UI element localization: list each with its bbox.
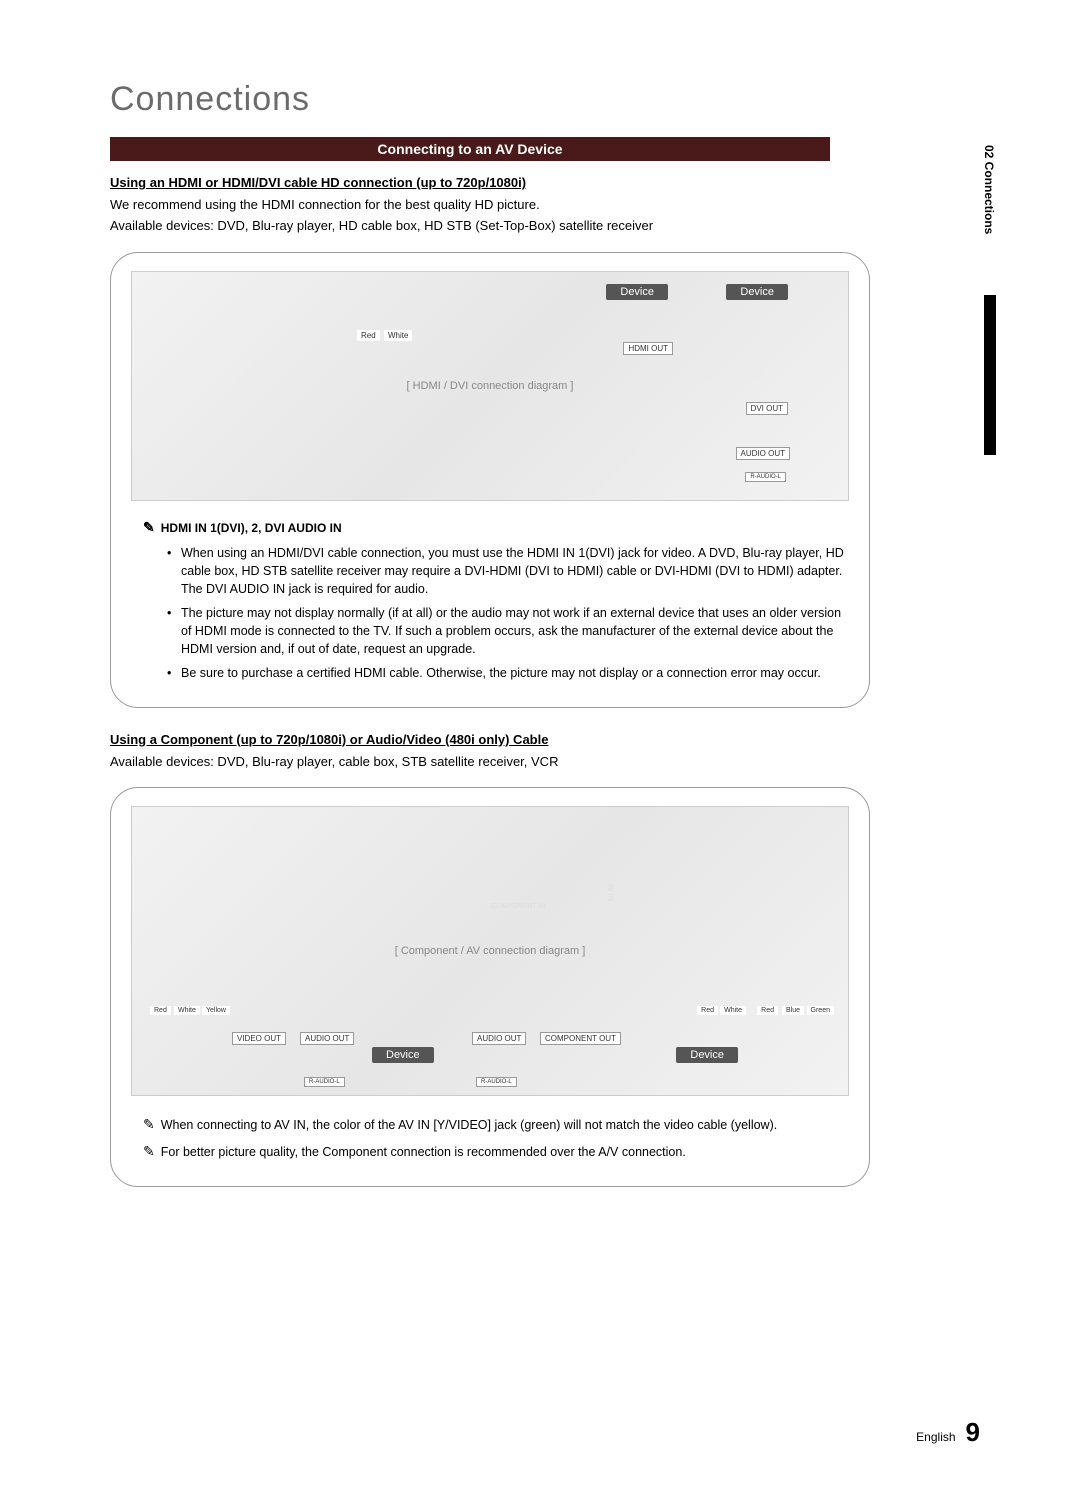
- device-label-1: Device: [606, 284, 668, 300]
- comp-device-label-2: Device: [676, 1047, 738, 1063]
- component-diagram: [ Component / AV connection diagram ] De…: [131, 806, 849, 1096]
- diagram-caption-2: [ Component / AV connection diagram ]: [395, 945, 586, 957]
- component-body-1: Available devices: DVD, Blu-ray player, …: [110, 753, 990, 772]
- rwy-red: Red: [150, 1006, 171, 1015]
- comp-device-label-1: Device: [372, 1047, 434, 1063]
- raudiol-label-2: R-AUDIO-L: [304, 1077, 345, 1087]
- component-out-label: COMPONENT OUT: [540, 1032, 621, 1045]
- video-out-label: VIDEO OUT: [232, 1032, 286, 1045]
- hdmi-bullet-list: When using an HDMI/DVI cable connection,…: [131, 544, 849, 683]
- audio-out-label: AUDIO OUT: [736, 447, 790, 460]
- raudiol-label: R-AUDIO-L: [745, 472, 786, 482]
- component-note-2: For better picture quality, the Componen…: [143, 1141, 849, 1162]
- diagram-caption: [ HDMI / DVI connection diagram ]: [407, 380, 574, 392]
- audio-out-label-2: AUDIO OUT: [472, 1032, 526, 1045]
- page-footer: English 9: [916, 1417, 980, 1448]
- section-heading-bar: Connecting to an AV Device: [110, 137, 830, 161]
- hdmi-bullet-2: The picture may not display normally (if…: [171, 604, 849, 658]
- chapter-title: Connections: [110, 80, 990, 119]
- device-label-2: Device: [726, 284, 788, 300]
- red-label: Red: [357, 330, 380, 341]
- audio-out-label-1: AUDIO OUT: [300, 1032, 354, 1045]
- hdmi-bullet-1: When using an HDMI/DVI cable connection,…: [171, 544, 849, 598]
- rw-red: Red: [697, 1006, 718, 1015]
- hdmi-diagram: [ HDMI / DVI connection diagram ] Device…: [131, 271, 849, 501]
- white-label: White: [384, 330, 412, 341]
- dvi-out-label: DVI OUT: [746, 402, 788, 415]
- component-note-1: When connecting to AV IN, the color of t…: [143, 1114, 849, 1135]
- component-in-label: COMPONENT IN: [487, 902, 549, 911]
- hdmi-out-label: HDMI OUT: [623, 342, 673, 355]
- component-subheading: Using a Component (up to 720p/1080i) or …: [110, 732, 990, 747]
- rbg-green: Green: [807, 1006, 834, 1015]
- raudiol-label-3: R-AUDIO-L: [476, 1077, 517, 1087]
- hdmi-body-1: We recommend using the HDMI connection f…: [110, 196, 990, 215]
- hdmi-diagram-box: [ HDMI / DVI connection diagram ] Device…: [110, 252, 870, 708]
- rwy-yellow: Yellow: [202, 1006, 230, 1015]
- rwy-white: White: [174, 1006, 200, 1015]
- hdmi-note-heading: HDMI IN 1(DVI), 2, DVI AUDIO IN: [143, 519, 849, 536]
- rbg-red: Red: [757, 1006, 778, 1015]
- hdmi-body-2: Available devices: DVD, Blu-ray player, …: [110, 217, 990, 236]
- avin-label: AV IN: [602, 882, 617, 902]
- component-diagram-box: [ Component / AV connection diagram ] De…: [110, 787, 870, 1187]
- rw-white: White: [720, 1006, 746, 1015]
- footer-page-number: 9: [966, 1417, 980, 1448]
- hdmi-bullet-3: Be sure to purchase a certified HDMI cab…: [171, 664, 849, 682]
- footer-language: English: [916, 1430, 955, 1444]
- hdmi-subheading: Using an HDMI or HDMI/DVI cable HD conne…: [110, 175, 990, 190]
- rbg-blue: Blue: [782, 1006, 804, 1015]
